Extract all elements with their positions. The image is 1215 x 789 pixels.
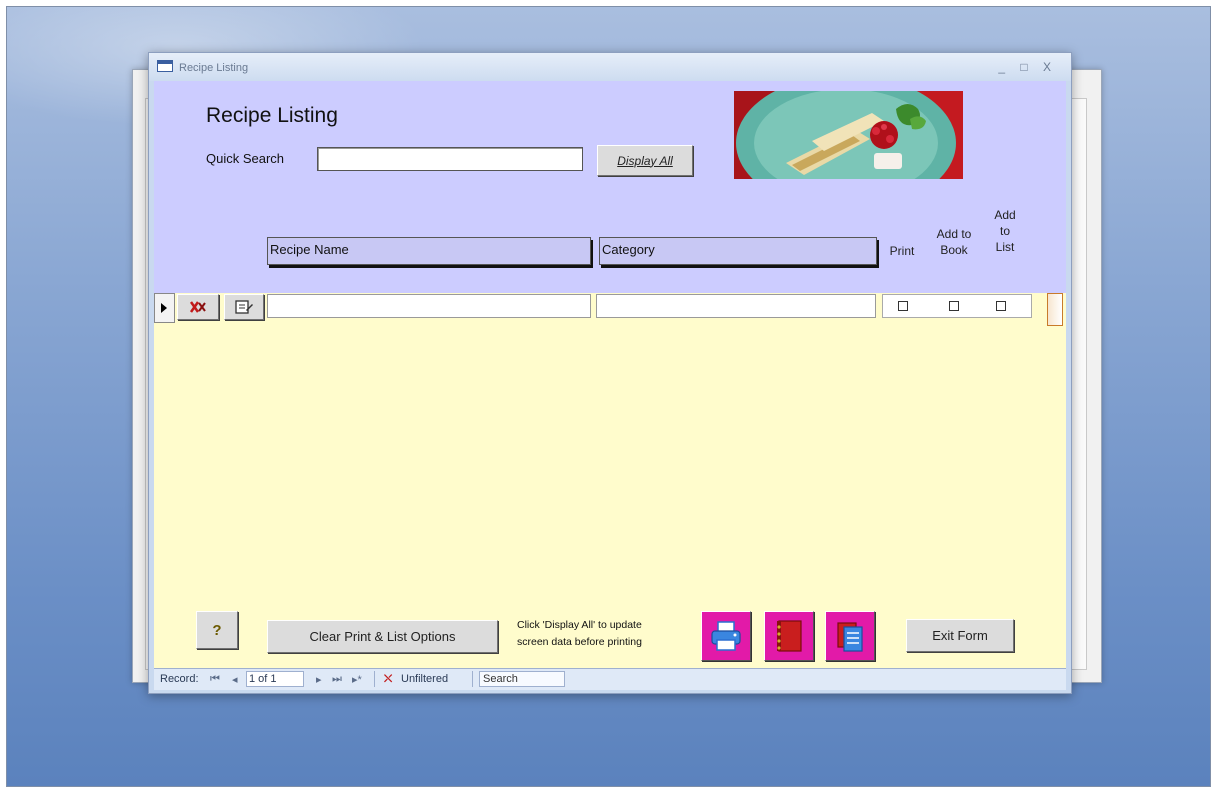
column-header-recipe-name[interactable]: Recipe Name <box>267 237 591 265</box>
column-header-add-to-list-line2: to <box>999 224 1010 238</box>
display-all-button[interactable]: Display All <box>597 145 693 176</box>
window-title: Recipe Listing <box>179 62 249 74</box>
form-header: Recipe Listing Quick Search Display All <box>154 81 1066 293</box>
form-icon <box>157 60 173 72</box>
column-header-add-to-book: Add to Book <box>929 226 979 258</box>
record-navigation-bar: Record: ⏮ ◂ 1 of 1 ▸ ⏭ ▸* ⛌ Unfiltered S… <box>154 668 1066 690</box>
minimize-icon[interactable]: _ <box>998 60 1011 74</box>
form-title: Recipe Listing <box>206 104 338 127</box>
quick-search-label: Quick Search <box>206 151 285 166</box>
quick-search-input[interactable] <box>317 147 583 171</box>
delete-record-button[interactable] <box>177 294 219 320</box>
add-to-list-checkbox[interactable] <box>996 301 1006 311</box>
category-field[interactable] <box>596 294 876 318</box>
clear-print-list-options-button[interactable]: Clear Print & List Options <box>267 620 498 653</box>
help-button[interactable]: ? <box>196 611 238 649</box>
recipe-listing-window: Recipe Listing _ □ X Recipe Listing Quic… <box>148 52 1072 694</box>
help-icon: ? <box>212 621 222 639</box>
maximize-icon[interactable]: □ <box>1020 60 1033 74</box>
first-record-icon[interactable]: ⏮ <box>210 673 220 686</box>
form-detail: ? Clear Print & List Options Click 'Disp… <box>154 293 1066 668</box>
filter-status[interactable]: Unfiltered <box>401 673 448 685</box>
column-header-add-to-list-line1: Add <box>994 208 1016 222</box>
add-to-book-button[interactable] <box>764 611 814 661</box>
checkbox-group <box>882 294 1032 318</box>
book-icon <box>777 620 802 652</box>
printer-icon <box>711 621 741 651</box>
last-record-icon[interactable]: ⏭ <box>332 673 342 686</box>
print-instruction-note: Click 'Display All' to update screen dat… <box>517 617 687 651</box>
filter-icon[interactable]: ⛌ <box>384 673 392 686</box>
list-icon <box>837 622 863 652</box>
title-bar[interactable]: Recipe Listing _ □ X <box>149 53 1071 81</box>
statusbar-separator <box>374 671 375 687</box>
delete-record-icon <box>189 301 206 313</box>
edit-record-icon <box>235 300 253 314</box>
add-to-list-button[interactable] <box>825 611 875 661</box>
column-header-add-to-list: Add to List <box>984 207 1026 255</box>
column-header-category[interactable]: Category <box>599 237 877 265</box>
close-icon[interactable]: X <box>1043 60 1057 74</box>
note-line-1: Click 'Display All' to update <box>517 619 642 631</box>
previous-record-icon[interactable]: ◂ <box>232 673 238 686</box>
print-checkbox[interactable] <box>898 301 908 311</box>
record-label: Record: <box>160 673 199 685</box>
note-line-2: screen data before printing <box>517 636 642 648</box>
column-header-print: Print <box>889 244 915 258</box>
new-record-icon[interactable]: ▸* <box>352 673 362 686</box>
recipe-name-field[interactable] <box>267 294 591 318</box>
exit-form-button[interactable]: Exit Form <box>906 619 1014 652</box>
statusbar-separator <box>472 671 473 687</box>
add-to-book-checkbox[interactable] <box>949 301 959 311</box>
current-record-field[interactable]: 1 of 1 <box>246 671 304 687</box>
column-header-add-to-book-line1: Add to <box>936 227 972 241</box>
column-header-add-to-list-line3: List <box>995 240 1015 254</box>
print-button[interactable] <box>701 611 751 661</box>
window-controls: _ □ X <box>998 60 1057 74</box>
edit-record-button[interactable] <box>224 294 264 320</box>
vertical-scrollbar[interactable] <box>1047 293 1063 326</box>
record-search-input[interactable]: Search <box>479 671 565 687</box>
food-plate-image <box>734 91 963 179</box>
food-photo <box>734 91 963 179</box>
next-record-icon[interactable]: ▸ <box>316 673 322 686</box>
record-selector[interactable] <box>154 293 175 323</box>
column-header-add-to-book-line2: Book <box>940 243 968 257</box>
